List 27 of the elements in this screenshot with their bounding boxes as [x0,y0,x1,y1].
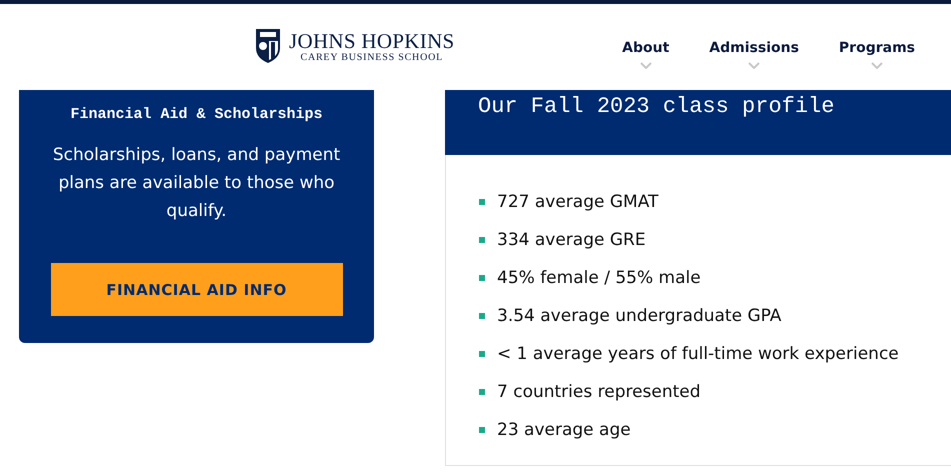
logo-subtitle: CAREY BUSINESS SCHOOL [300,52,444,62]
profile-item: < 1 average years of full-time work experience [497,344,899,364]
bullet-icon [479,313,485,319]
chevron-down-icon[interactable] [640,62,652,69]
profile-item: 23 average age [497,420,631,440]
logo-title: JOHNS HOPKINS [289,30,455,52]
profile-item: 727 average GMAT [497,192,658,212]
profile-item: 334 average GRE [497,230,646,250]
card-text: Scholarships, loans, and payment plans are available to those who qualify. [52,144,342,223]
nav-link[interactable]: Admissions [709,40,799,56]
profile-item: 3.54 average undergraduate GPA [497,306,782,326]
profile-item: 7 countries represented [497,382,701,402]
card-title: Financial Aid & Scholarships [70,106,323,123]
bullet-icon [479,199,485,205]
nav-link[interactable]: Programs [838,40,915,56]
shield-logo-icon [255,28,281,64]
chevron-down-icon[interactable] [748,62,760,69]
bullet-icon [479,389,485,395]
profile-title: Our Fall 2023 class profile [478,94,834,119]
bullet-icon [479,351,485,357]
bullet-icon [479,275,485,281]
chevron-down-icon[interactable] [870,62,883,69]
financial-aid-button[interactable]: FINANCIAL AID INFO [50,263,342,316]
nav-link[interactable]: About [622,40,670,56]
bullet-icon [479,427,485,433]
profile-item: 45% female / 55% male [497,268,701,288]
bullet-icon [479,237,485,243]
